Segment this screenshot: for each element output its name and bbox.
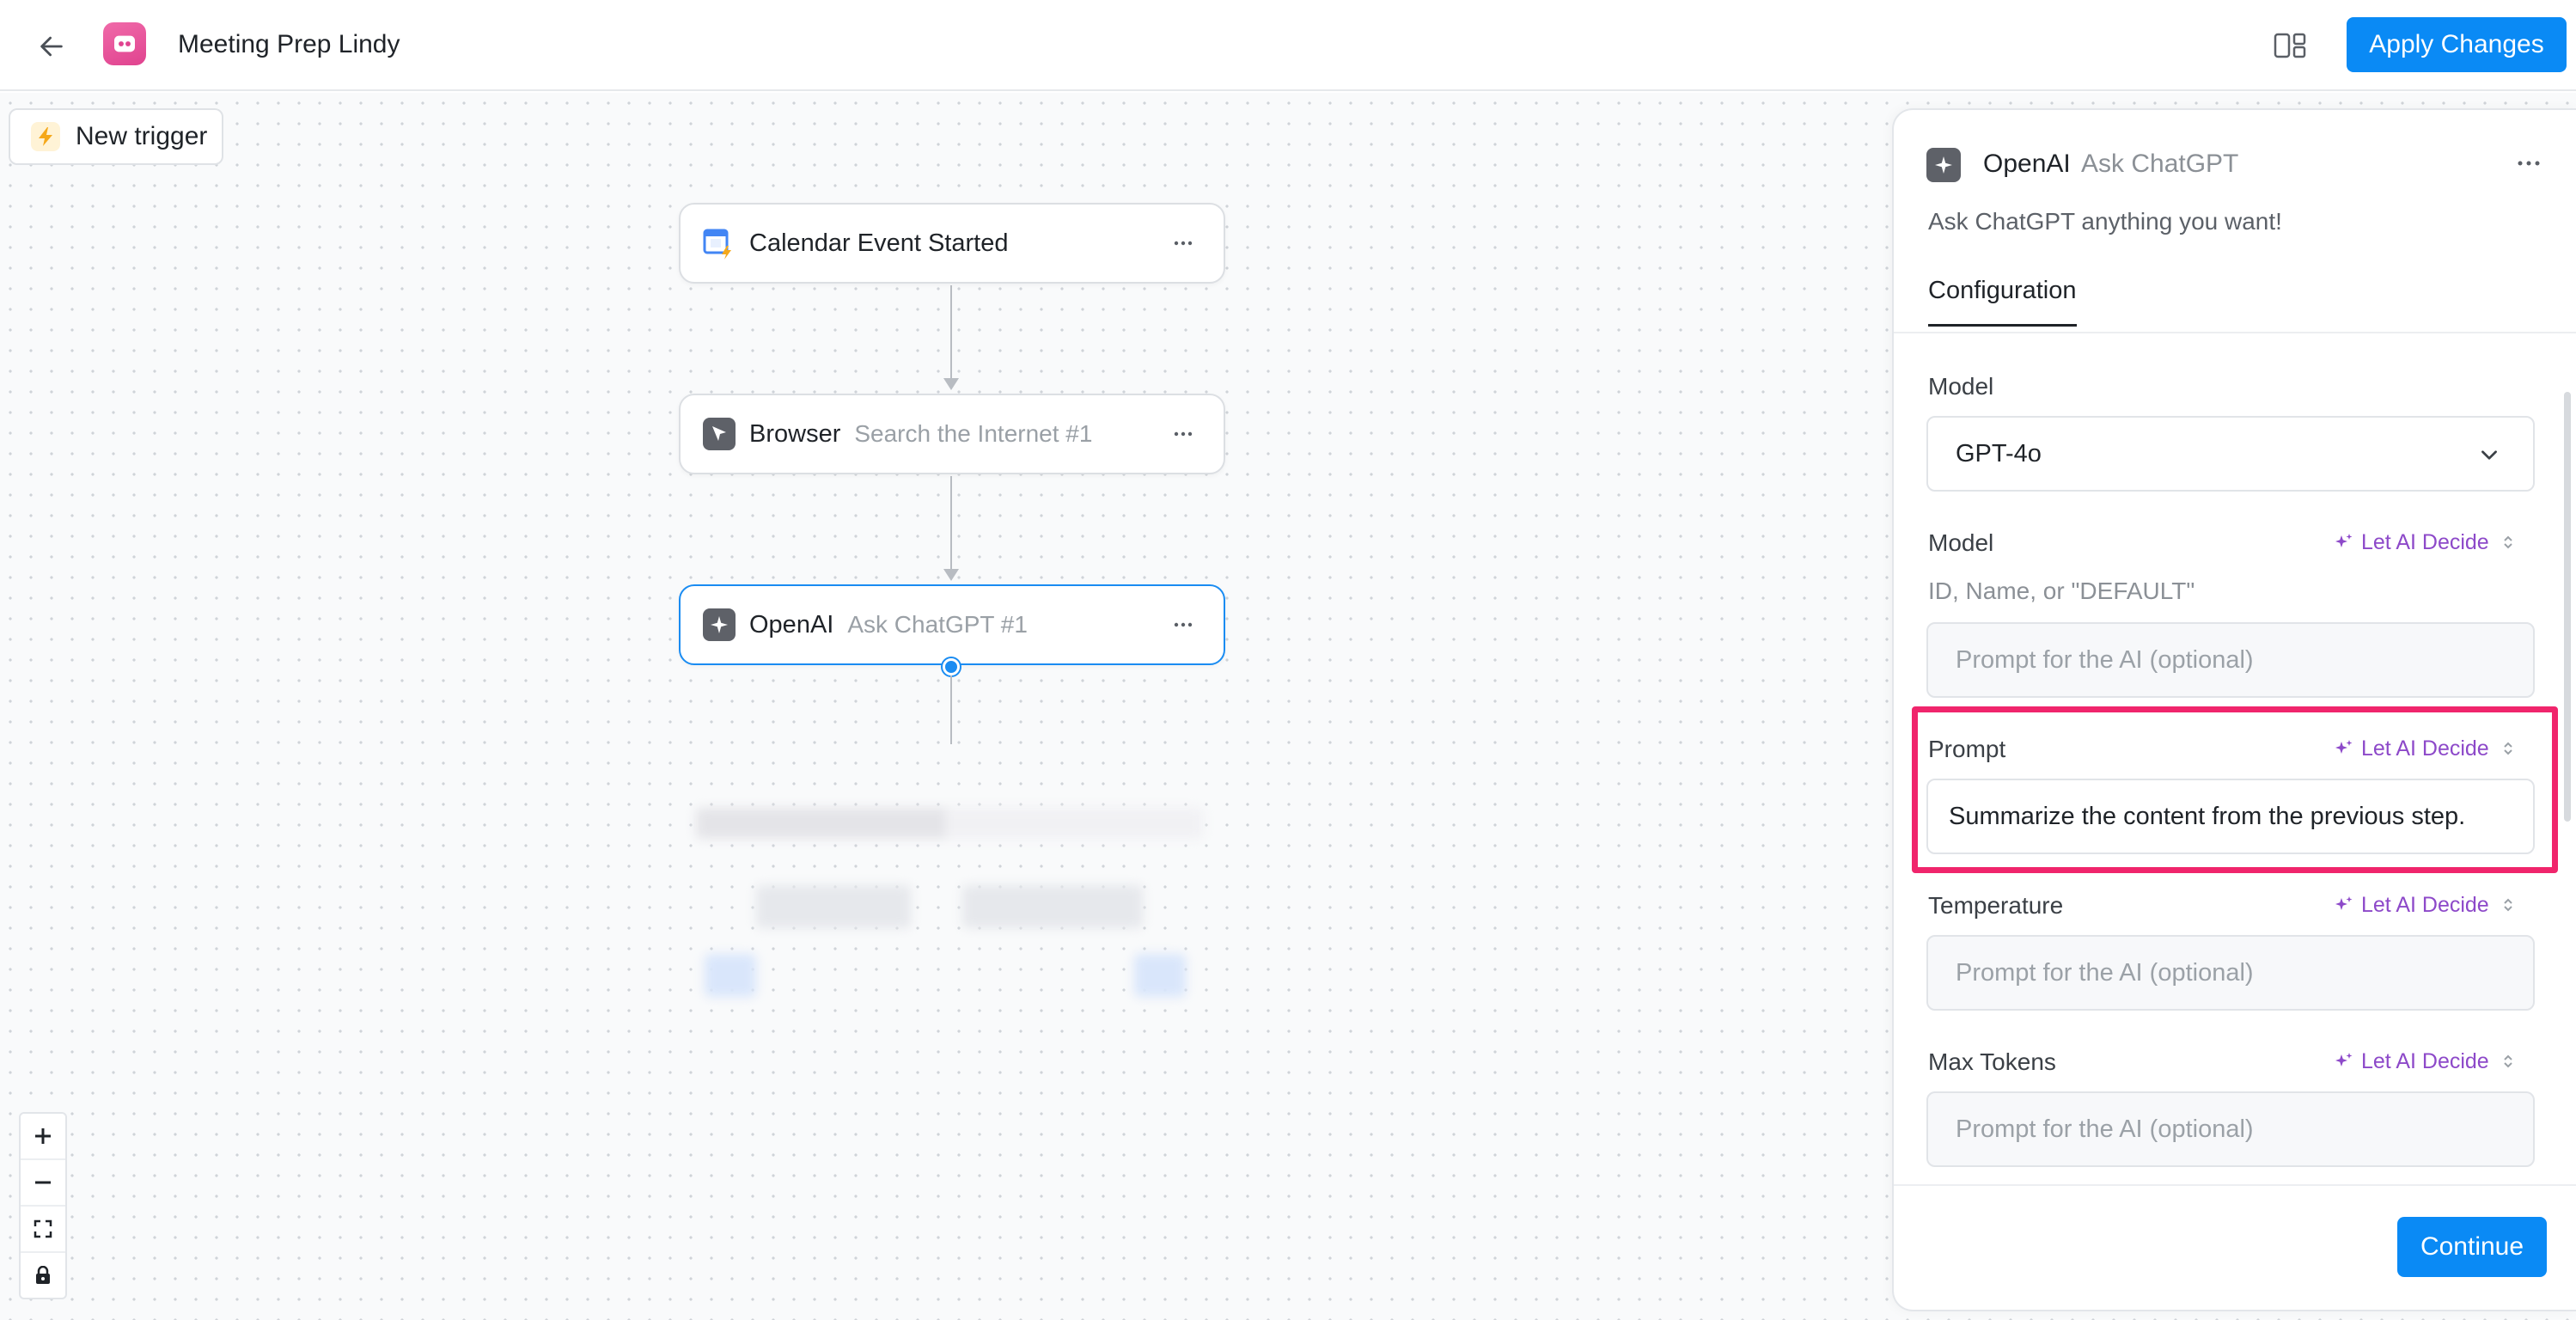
model-select-label: Model <box>1928 373 1994 400</box>
ai-sparkle-icon <box>2335 1053 2353 1066</box>
lock-icon <box>36 1266 50 1284</box>
ai-sparkle-icon <box>2335 896 2353 910</box>
connector-arrow <box>943 378 959 390</box>
more-icon <box>1174 431 1193 437</box>
step-config-panel: OpenAI Ask ChatGPT Ask ChatGPT anything … <box>1892 108 2576 1311</box>
google-calendar-icon <box>703 227 736 260</box>
page-title: Meeting Prep Lindy <box>178 30 400 58</box>
minus-icon <box>35 1181 51 1184</box>
fit-view-button[interactable] <box>21 1207 65 1253</box>
temperature-input[interactable]: Prompt for the AI (optional) <box>1926 935 2535 1011</box>
plus-icon <box>35 1128 51 1144</box>
node-output-handle[interactable] <box>943 658 960 675</box>
model-input[interactable]: Prompt for the AI (optional) <box>1926 622 2535 698</box>
panel-footer-divider <box>1894 1184 2576 1186</box>
let-ai-decide-label: Let AI Decide <box>2361 892 2489 917</box>
panel-description: Ask ChatGPT anything you want! <box>1928 208 2282 235</box>
node-more-button[interactable] <box>1169 612 1198 638</box>
prompt-input[interactable]: Summarize the content from the previous … <box>1926 779 2535 854</box>
ai-sparkle-icon <box>2335 534 2353 547</box>
blurred-region <box>670 756 1237 1014</box>
back-button[interactable] <box>27 22 76 70</box>
connector-line <box>950 476 952 571</box>
workflow-node-calendar[interactable]: Calendar Event Started <box>679 203 1225 284</box>
prompt-label: Prompt <box>1928 736 2006 762</box>
browser-icon <box>703 418 736 450</box>
openai-sparkle-icon <box>703 608 736 641</box>
more-icon <box>2518 161 2540 166</box>
connector-arrow <box>943 569 959 581</box>
node-title: Browser <box>749 419 841 448</box>
panel-app-name: OpenAI <box>1983 150 2071 178</box>
new-trigger-button[interactable]: New trigger <box>9 108 223 165</box>
bolt-icon <box>31 122 60 151</box>
let-ai-decide-toggle[interactable]: Let AI Decide <box>2334 892 2513 918</box>
node-subtitle: Ask ChatGPT #1 <box>847 611 1028 638</box>
zoom-out-button[interactable] <box>21 1160 65 1207</box>
new-trigger-label: New trigger <box>76 122 208 150</box>
panel-more-button[interactable] <box>2509 146 2549 180</box>
let-ai-decide-toggle[interactable]: Let AI Decide <box>2334 1048 2513 1074</box>
max-tokens-label: Max Tokens <box>1928 1048 2056 1075</box>
connector-line <box>950 285 952 380</box>
node-title: Calendar Event Started <box>749 229 1009 257</box>
node-more-button[interactable] <box>1169 421 1198 447</box>
lock-button[interactable] <box>21 1253 65 1298</box>
openai-sparkle-icon <box>1926 148 1961 182</box>
let-ai-decide-toggle[interactable]: Let AI Decide <box>2334 529 2513 555</box>
model-field-hint: ID, Name, or "DEFAULT" <box>1928 578 2195 604</box>
sort-icon <box>2504 898 2512 912</box>
workflow-node-openai[interactable]: OpenAI Ask ChatGPT #1 <box>679 584 1225 665</box>
model-select[interactable]: GPT-4o <box>1926 416 2535 492</box>
let-ai-decide-label: Let AI Decide <box>2361 529 2489 554</box>
top-bar: Meeting Prep Lindy Apply Changes <box>0 0 2576 91</box>
panel-action-name: Ask ChatGPT <box>2081 150 2239 178</box>
back-arrow-icon <box>40 36 63 57</box>
more-icon <box>1174 241 1193 246</box>
model-field-label: Model <box>1928 529 1994 556</box>
connector-line <box>950 675 952 744</box>
fit-view-icon <box>34 1219 52 1238</box>
ai-sparkle-icon <box>2335 740 2353 754</box>
layout-icon <box>2274 33 2306 58</box>
panel-scrollbar[interactable] <box>2564 392 2571 822</box>
max-tokens-input[interactable]: Prompt for the AI (optional) <box>1926 1091 2535 1167</box>
tab-configuration[interactable]: Configuration <box>1928 277 2077 327</box>
sort-icon <box>2504 535 2512 549</box>
node-title: OpenAI <box>749 610 834 639</box>
let-ai-decide-label: Let AI Decide <box>2361 736 2489 761</box>
layout-toggle-button[interactable] <box>2268 26 2311 65</box>
sort-icon <box>2504 1054 2512 1068</box>
canvas-controls <box>19 1112 67 1299</box>
let-ai-decide-label: Let AI Decide <box>2361 1048 2489 1073</box>
chevron-down-icon <box>2481 450 2497 460</box>
zoom-in-button[interactable] <box>21 1114 65 1160</box>
app-logo-icon <box>103 22 146 65</box>
more-icon <box>1174 622 1193 627</box>
node-more-button[interactable] <box>1169 230 1198 256</box>
sort-icon <box>2504 742 2512 755</box>
temperature-label: Temperature <box>1928 892 2064 919</box>
apply-changes-button[interactable]: Apply Changes <box>2347 17 2567 72</box>
workflow-node-browser[interactable]: Browser Search the Internet #1 <box>679 394 1225 474</box>
tab-divider <box>1894 332 2576 333</box>
node-subtitle: Search the Internet #1 <box>854 420 1093 447</box>
continue-button[interactable]: Continue <box>2397 1217 2547 1277</box>
let-ai-decide-toggle[interactable]: Let AI Decide <box>2334 736 2513 761</box>
model-select-value: GPT-4o <box>1956 439 2042 468</box>
